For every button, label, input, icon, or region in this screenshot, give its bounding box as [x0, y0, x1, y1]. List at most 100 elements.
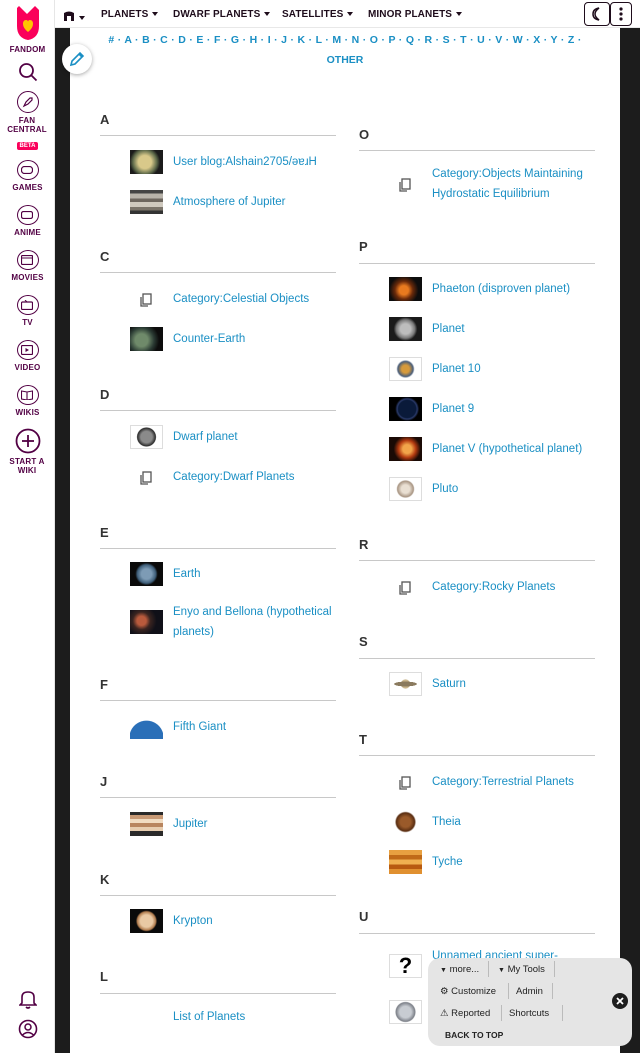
more-label: more...: [449, 964, 480, 975]
list-item[interactable]: Pluto: [359, 469, 595, 509]
list-item[interactable]: Counter-Earth: [100, 319, 336, 359]
fandom-logo[interactable]: FANDOM: [0, 4, 55, 54]
nav-dwarf-planets[interactable]: DWARF PLANETS: [173, 9, 271, 20]
rail-item-tv[interactable]: TV: [0, 295, 55, 327]
question-mark-icon: ?: [389, 954, 422, 978]
entry-link[interactable]: List of Planets: [173, 1007, 338, 1027]
rail-label-fandom: FANDOM: [9, 45, 46, 54]
notifications-button[interactable]: [0, 989, 55, 1009]
rail-search[interactable]: [0, 62, 55, 82]
rail-item-anime[interactable]: ANIME: [0, 205, 55, 237]
entry-link[interactable]: Krypton: [173, 911, 338, 931]
alphabet-index[interactable]: # · A · B · C · D · E · F · G · H · I · …: [70, 34, 620, 46]
list-item[interactable]: Earth: [100, 554, 336, 594]
entry-link[interactable]: Theia: [432, 812, 597, 832]
entry-link[interactable]: Saturn: [432, 674, 597, 694]
caret-down-icon: ▼: [498, 967, 505, 974]
wiki-home-menu[interactable]: [63, 8, 85, 26]
anime-icon: [16, 205, 39, 225]
rail-item-games[interactable]: GAMES: [0, 160, 55, 192]
entry-link[interactable]: Category:Terrestrial Planets: [432, 772, 597, 792]
rail-item-movies[interactable]: MOVIES: [0, 250, 55, 282]
entry-link[interactable]: Category:Rocky Planets: [432, 577, 597, 597]
entry-link[interactable]: Pluto: [432, 479, 597, 499]
search-icon: [18, 63, 37, 82]
gear-icon: ⚙: [440, 986, 449, 997]
chevron-down-icon: [264, 12, 271, 16]
list-item[interactable]: Planet 9: [359, 389, 595, 429]
entry-link[interactable]: Fifth Giant: [173, 717, 338, 737]
dark-mode-toggle[interactable]: [584, 2, 610, 26]
list-item[interactable]: Theia: [359, 802, 595, 842]
rail-item-wikis[interactable]: WIKIS: [0, 385, 55, 417]
reported-button[interactable]: ⚠ Reported: [440, 1008, 490, 1019]
back-to-top-button[interactable]: BACK TO TOP: [445, 1030, 503, 1040]
more-options-button[interactable]: [610, 2, 632, 26]
edit-button[interactable]: [62, 44, 92, 74]
user-account-button[interactable]: [0, 1019, 55, 1039]
rail-label-games: GAMES: [12, 183, 43, 192]
entry-link[interactable]: Earth: [173, 564, 338, 584]
rail-item-fan-central[interactable]: FAN CENTRAL BETA: [0, 91, 55, 152]
entry-link[interactable]: Counter-Earth: [173, 329, 338, 349]
admin-button[interactable]: Admin: [516, 986, 543, 997]
entry-link[interactable]: Planet: [432, 319, 597, 339]
list-item[interactable]: Krypton: [100, 901, 336, 941]
more-menu[interactable]: ▼ more...: [440, 964, 479, 975]
entry-link[interactable]: Atmosphere of Jupiter: [173, 192, 338, 212]
list-item[interactable]: Tyche: [359, 842, 595, 882]
section-divider: [359, 263, 595, 264]
rail-item-start-a-wiki[interactable]: START A WIKI: [0, 428, 55, 475]
tv-icon: [16, 295, 39, 315]
entry-link[interactable]: Enyo and Bellona (hypothetical planets): [173, 602, 338, 642]
book-icon: [16, 385, 39, 405]
category-icon: [399, 776, 411, 790]
list-item[interactable]: Saturn: [359, 664, 595, 704]
list-item[interactable]: Category:Rocky Planets: [359, 567, 595, 607]
list-item[interactable]: List of Planets: [100, 997, 336, 1037]
other-link[interactable]: OTHER: [70, 54, 620, 66]
nav-planets[interactable]: PLANETS: [101, 9, 159, 20]
list-item[interactable]: Fifth Giant: [100, 707, 336, 747]
section-letter: P: [359, 239, 368, 254]
rail-item-video[interactable]: VIDEO: [0, 340, 55, 372]
entry-link[interactable]: Category:Celestial Objects: [173, 289, 338, 309]
nav-minor-planets[interactable]: MINOR PLANETS: [368, 9, 463, 20]
list-item[interactable]: Category:Terrestrial Planets: [359, 762, 595, 802]
list-item[interactable]: Enyo and Bellona (hypothetical planets): [100, 594, 336, 638]
list-item[interactable]: Planet V (hypothetical planet): [359, 429, 595, 469]
list-item[interactable]: User blog:Alshain2705/əɐɹH: [100, 142, 336, 182]
my-tools-menu[interactable]: ▼ My Tools: [498, 964, 545, 975]
rail-label-start-a-wiki: START A WIKI: [9, 457, 45, 475]
list-item[interactable]: Category:Objects Maintaining Hydrostatic…: [359, 164, 595, 208]
list-item[interactable]: Dwarf planet: [100, 417, 336, 457]
close-toolbar-button[interactable]: [612, 993, 628, 1009]
list-item[interactable]: Planet 10: [359, 349, 595, 389]
entry-link[interactable]: Planet V (hypothetical planet): [432, 439, 597, 459]
list-item[interactable]: Category:Dwarf Planets: [100, 457, 336, 497]
earth-thumbnail: [130, 562, 163, 586]
section-divider: [100, 895, 336, 896]
entry-link[interactable]: Phaeton (disproven planet): [432, 279, 597, 299]
list-item[interactable]: Phaeton (disproven planet): [359, 269, 595, 309]
list-item[interactable]: Category:Celestial Objects: [100, 279, 336, 319]
entry-link[interactable]: Dwarf planet: [173, 427, 338, 447]
entry-link[interactable]: Category:Dwarf Planets: [173, 467, 338, 487]
list-item[interactable]: Planet: [359, 309, 595, 349]
gamepad-icon: [16, 160, 39, 180]
list-item[interactable]: Atmosphere of Jupiter: [100, 182, 336, 222]
entry-link[interactable]: Planet 10: [432, 359, 597, 379]
caret-down-icon: ▼: [440, 967, 447, 974]
category-content: # · A · B · C · D · E · F · G · H · I · …: [62, 28, 620, 1053]
entry-link[interactable]: Jupiter: [173, 814, 338, 834]
entry-link[interactable]: User blog:Alshain2705/əɐɹH: [173, 152, 338, 172]
chevron-down-icon: [152, 12, 159, 16]
enyo-bellona-thumbnail: [130, 610, 163, 634]
shortcuts-button[interactable]: Shortcuts: [509, 1008, 549, 1019]
entry-link[interactable]: Planet 9: [432, 399, 597, 419]
entry-link[interactable]: Tyche: [432, 852, 597, 872]
nav-satellites[interactable]: SATELLITES: [282, 9, 354, 20]
entry-link[interactable]: Category:Objects Maintaining Hydrostatic…: [432, 164, 597, 204]
list-item[interactable]: Jupiter: [100, 804, 336, 844]
customize-button[interactable]: ⚙ Customize: [440, 986, 496, 997]
